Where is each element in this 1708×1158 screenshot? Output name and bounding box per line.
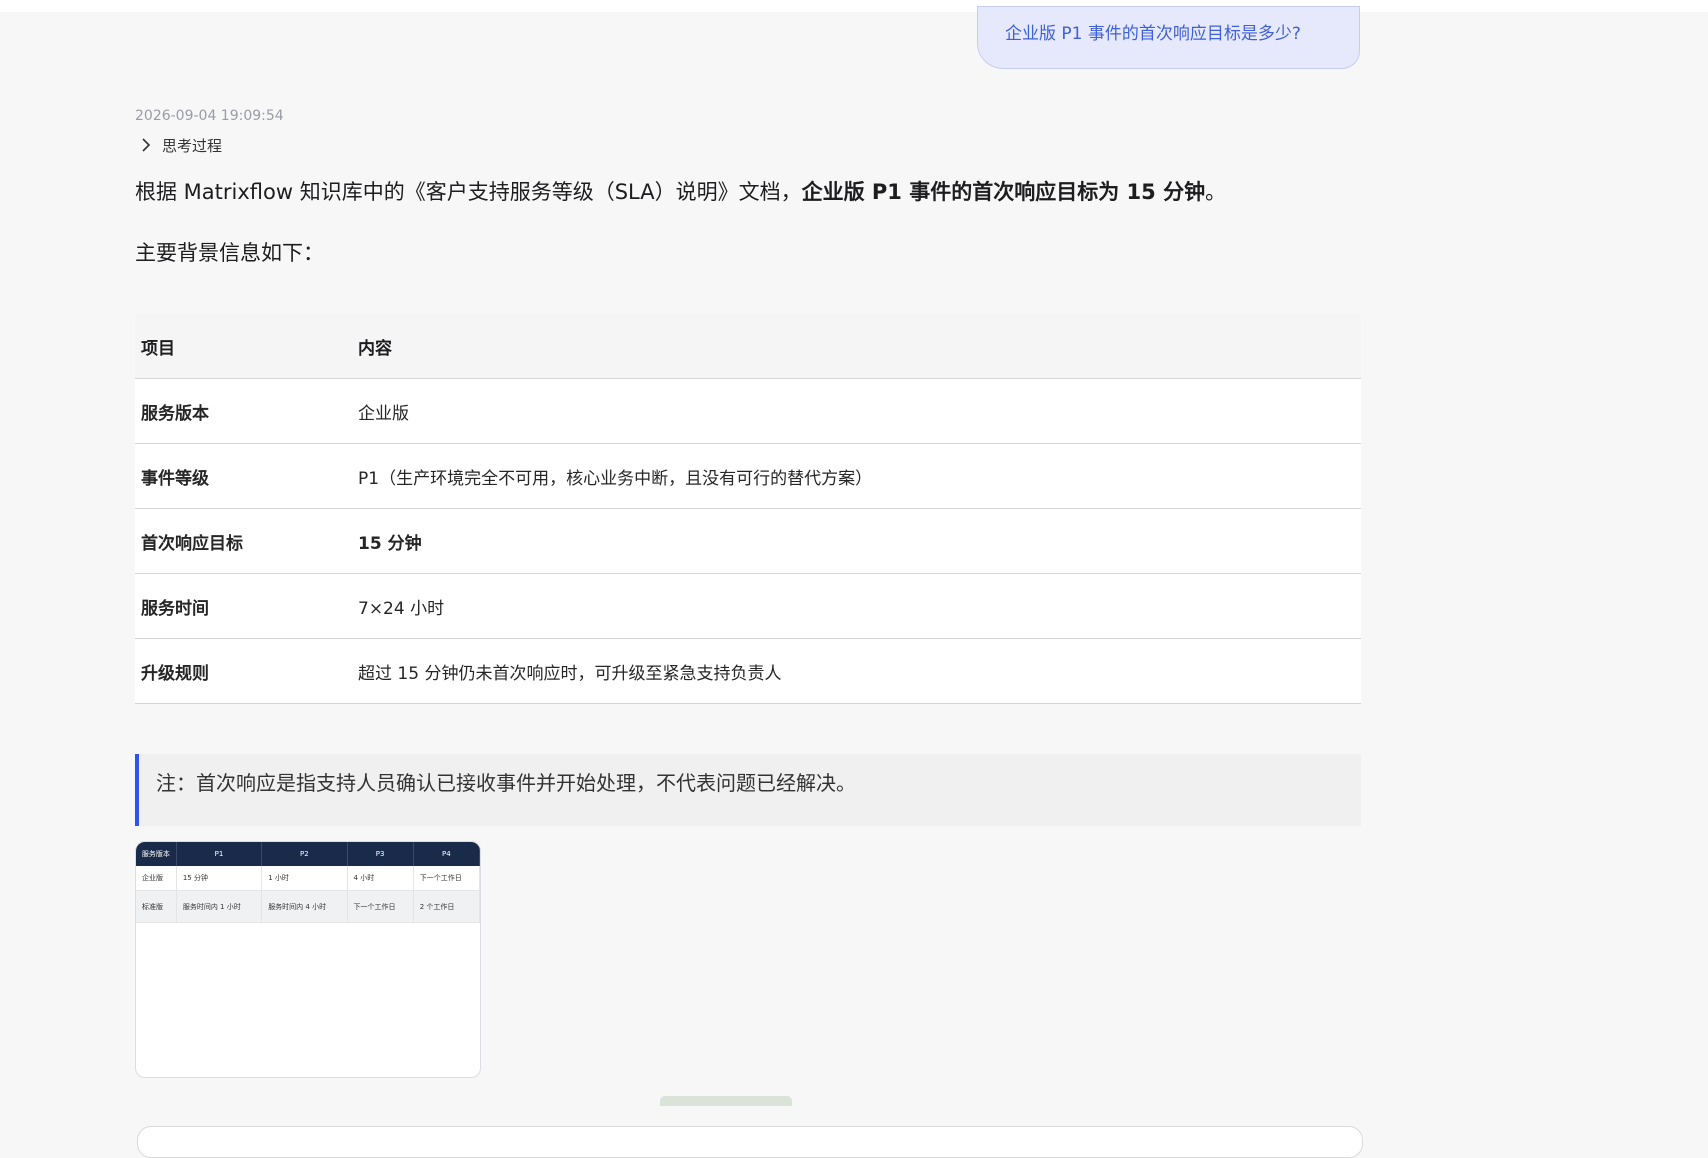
thumbnail-header-cell: P4 [413,842,480,866]
sla-info-table: 项目 内容 服务版本 企业版 事件等级 P1（生产环境完全不可用，核心业务中断，… [135,314,1361,704]
table-row: 服务版本 企业版 [135,378,1361,444]
thinking-label: 思考过程 [162,136,223,155]
scroll-to-bottom-indicator[interactable] [660,1096,792,1106]
thumbnail-cell: 下一个工作日 [413,866,480,891]
answer-subhead: 主要背景信息如下： [135,241,324,265]
table-key-cell: 事件等级 [135,443,352,509]
thumbnail-cell: 15 分钟 [176,866,263,891]
thumbnail-cell: 下一个工作日 [347,890,414,923]
table-key-cell: 升级规则 [135,638,352,704]
thumbnail-cell: 服务时间内 4 小时 [261,890,348,923]
user-message-text: 企业版 P1 事件的首次响应目标是多少? [1005,24,1301,44]
thumbnail-cell: 企业版 [136,866,177,891]
thumbnail-cell: 服务时间内 1 小时 [176,890,263,923]
table-key-cell: 服务版本 [135,378,352,444]
chat-input-box[interactable] [137,1126,1363,1158]
thumbnail-header-cell: P2 [261,842,348,866]
thumbnail-row: 企业版 15 分钟 1 小时 4 小时 下一个工作日 [136,866,480,891]
table-value-cell: P1（生产环境完全不可用，核心业务中断，且没有可行的替代方案） [352,443,1361,509]
table-header-cell: 项目 [135,314,352,379]
table-key-cell: 首次响应目标 [135,508,352,574]
top-strip [0,0,1708,12]
thumbnail-cell: 标准版 [136,890,177,923]
sla-table-image-thumbnail[interactable]: 服务版本 P1 P2 P3 P4 企业版 15 分钟 1 小时 4 小时 下一个… [135,841,481,1078]
thumbnail-header-cell: P1 [176,842,263,866]
thumbnail-header-cell: P3 [347,842,414,866]
table-row: 首次响应目标 15 分钟 [135,508,1361,574]
answer-intro-suffix: 。 [1205,180,1227,204]
table-value-cell: 企业版 [352,378,1361,444]
answer-intro-prefix: 根据 Matrixflow 知识库中的《客户支持服务等级（SLA）说明》文档， [135,180,802,204]
note-blockquote: 注：首次响应是指支持人员确认已接收事件并开始处理，不代表问题已经解决。 [135,754,1361,826]
message-timestamp: 2026-09-04 19:09:54 [135,108,284,124]
table-header-row: 项目 内容 [135,314,1361,379]
thinking-process-toggle[interactable]: 思考过程 [140,133,222,157]
table-value-cell: 15 分钟 [352,508,1361,574]
answer-intro-bold: 企业版 P1 事件的首次响应目标为 15 分钟 [801,180,1206,204]
table-value-cell: 超过 15 分钟仍未首次响应时，可升级至紧急支持负责人 [352,638,1361,704]
table-row: 升级规则 超过 15 分钟仍未首次响应时，可升级至紧急支持负责人 [135,638,1361,704]
answer-intro: 根据 Matrixflow 知识库中的《客户支持服务等级（SLA）说明》文档，企… [135,177,1226,207]
chevron-right-icon [140,138,162,152]
thumbnail-cell: 4 小时 [347,866,414,891]
table-header-cell: 内容 [352,314,1361,379]
user-message-bubble: 企业版 P1 事件的首次响应目标是多少? [977,6,1360,69]
thumbnail-header-row: 服务版本 P1 P2 P3 P4 [136,842,480,866]
thumbnail-header-cell: 服务版本 [136,842,177,866]
thumbnail-cell: 2 个工作日 [413,890,480,923]
table-row: 事件等级 P1（生产环境完全不可用，核心业务中断，且没有可行的替代方案） [135,443,1361,509]
thumbnail-cell: 1 小时 [261,866,348,891]
table-row: 服务时间 7×24 小时 [135,573,1361,639]
table-key-cell: 服务时间 [135,573,352,639]
thumbnail-table: 服务版本 P1 P2 P3 P4 企业版 15 分钟 1 小时 4 小时 下一个… [136,842,480,923]
thumbnail-row: 标准版 服务时间内 1 小时 服务时间内 4 小时 下一个工作日 2 个工作日 [136,890,480,923]
table-value-cell: 7×24 小时 [352,573,1361,639]
